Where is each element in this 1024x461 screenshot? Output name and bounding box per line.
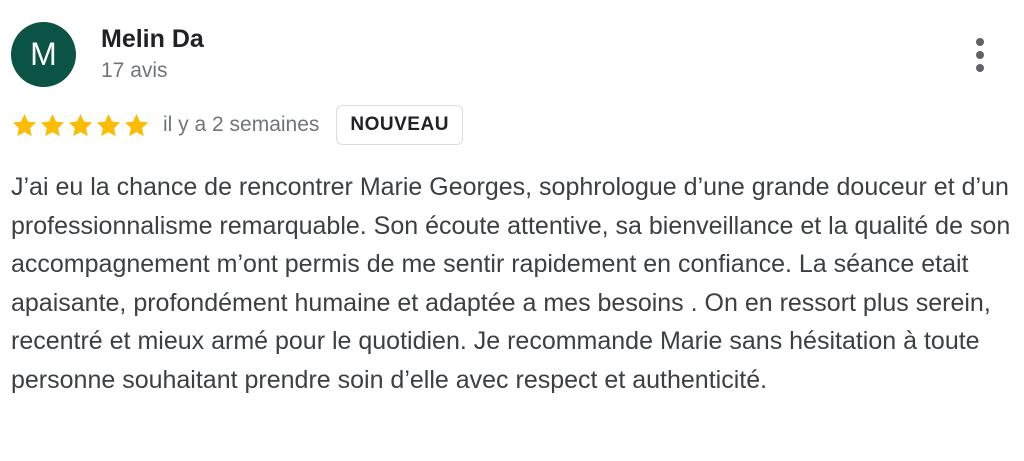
more-vert-icon	[976, 38, 984, 46]
star-icon	[68, 113, 93, 136]
star-icon	[40, 113, 65, 136]
star-rating	[11, 112, 150, 139]
new-badge: NOUVEAU	[336, 105, 463, 145]
avatar-initial: M	[30, 36, 57, 72]
star-icon	[96, 113, 121, 136]
review-text: J’ai eu la chance de rencontrer Marie Ge…	[11, 173, 1011, 394]
rating-row: il y a 2 semaines NOUVEAU	[11, 103, 463, 147]
review-card: M Melin Da 17 avis il y a 2 semaines NOU…	[0, 0, 1024, 461]
avatar[interactable]: M	[11, 22, 76, 87]
author-name[interactable]: Melin Da	[101, 24, 204, 54]
review-date: il y a 2 semaines	[163, 113, 320, 136]
star-icon	[12, 113, 37, 136]
more-options-button[interactable]	[964, 33, 996, 77]
star-icon	[124, 113, 149, 136]
review-count: 17 avis	[101, 59, 168, 82]
